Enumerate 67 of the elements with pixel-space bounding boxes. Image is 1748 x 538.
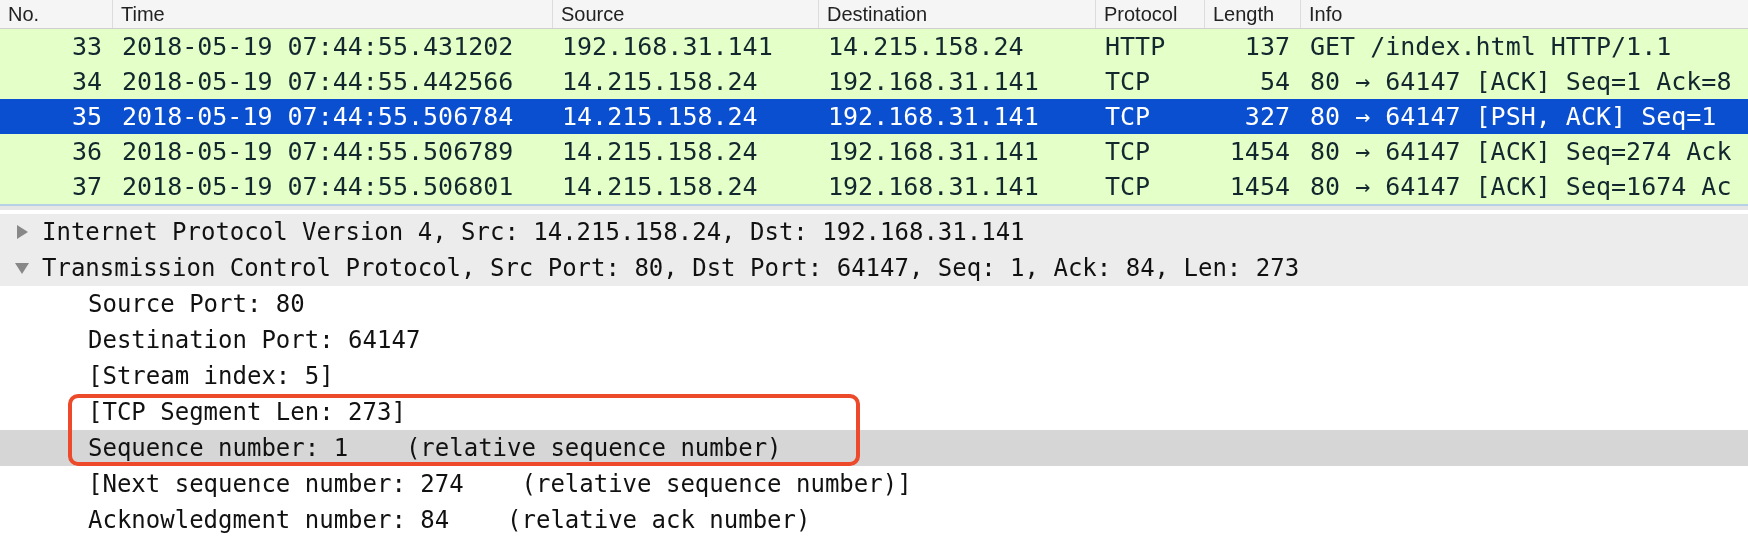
- table-cell-text: 36: [70, 137, 103, 166]
- table-cell-text: 2018-05-19 07:44:55.506789: [121, 137, 515, 166]
- column-header[interactable]: Length: [1204, 0, 1300, 28]
- tree-node-text: Internet Protocol Version 4, Src: 14.215.158.24, Dst: 192.168.31.141: [42, 218, 1025, 246]
- table-cell-text: 2018-05-19 07:44:55.506784: [121, 102, 515, 131]
- table-cell-text: 80 → 64147 [PSH, ACK] Seq=1: [1309, 102, 1718, 131]
- table-cell-text: HTTP: [1104, 32, 1167, 61]
- table-cell-text: 192.168.31.141: [827, 137, 1040, 166]
- table-cell-text: 2018-05-19 07:44:55.442566: [121, 67, 515, 96]
- detail-text: Source Port: 80: [88, 290, 305, 318]
- table-cell-text: 54: [1258, 67, 1291, 96]
- detail-text: Destination Port: 64147: [88, 326, 421, 354]
- table-cell-text: 1454: [1228, 172, 1291, 201]
- detail-row[interactable]: [TCP Segment Len: 273]: [0, 394, 1748, 430]
- column-header[interactable]: Source: [552, 0, 818, 28]
- triangle-down-icon[interactable]: [14, 260, 30, 276]
- detail-row[interactable]: Destination Port: 64147: [0, 322, 1748, 358]
- table-cell-text: 34: [70, 67, 103, 96]
- table-cell-text: 327: [1243, 102, 1291, 131]
- table-cell-text: 14.215.158.24: [561, 67, 759, 96]
- packet-row[interactable]: 34 2018-05-19 07:44:55.442566 14.215.158.24 192.168.31.141 TCP 54 80 → 64147 [ACK] Seq=1 Ack=8: [0, 64, 1748, 99]
- table-cell-text: 14.215.158.24: [561, 172, 759, 201]
- detail-text: Acknowledgment number: 84 (relative ack number): [88, 506, 811, 534]
- table-cell-text: TCP: [1104, 102, 1152, 131]
- table-cell-text: 2018-05-19 07:44:55.431202: [121, 32, 515, 61]
- table-cell-text: 192.168.31.141: [827, 172, 1040, 201]
- tree-node[interactable]: Internet Protocol Version 4, Src: 14.215.158.24, Dst: 192.168.31.141: [0, 214, 1748, 250]
- column-header[interactable]: Info: [1300, 0, 1748, 28]
- packet-row[interactable]: 37 2018-05-19 07:44:55.506801 14.215.158.24 192.168.31.141 TCP 1454 80 → 64147 [ACK] Seq=1674 Ac: [0, 169, 1748, 204]
- column-header[interactable]: Protocol: [1095, 0, 1204, 28]
- detail-row[interactable]: Sequence number: 1 (relative sequence number): [0, 430, 1748, 466]
- detail-row[interactable]: Source Port: 80: [0, 286, 1748, 322]
- packet-row[interactable]: 36 2018-05-19 07:44:55.506789 14.215.158.24 192.168.31.141 TCP 1454 80 → 64147 [ACK] Seq=274 Ack: [0, 134, 1748, 169]
- table-cell-text: 2018-05-19 07:44:55.506801: [121, 172, 515, 201]
- table-cell-text: 37: [70, 172, 103, 201]
- table-cell-text: 35: [70, 102, 103, 131]
- detail-text: [Next sequence number: 274 (relative sequence number)]: [88, 470, 912, 498]
- table-cell-text: 1454: [1228, 137, 1291, 166]
- table-cell-text: 192.168.31.141: [827, 67, 1040, 96]
- table-cell-text: 14.215.158.24: [827, 32, 1025, 61]
- table-cell-text: TCP: [1104, 67, 1152, 96]
- table-cell-text: GET /index.html HTTP/1.1: [1309, 32, 1673, 61]
- table-cell-text: 80 → 64147 [ACK] Seq=1 Ack=8: [1309, 67, 1733, 96]
- table-cell-text: 14.215.158.24: [561, 137, 759, 166]
- table-cell-text: 192.168.31.141: [561, 32, 774, 61]
- column-header[interactable]: Time: [112, 0, 552, 28]
- packet-row[interactable]: 35 2018-05-19 07:44:55.506784 14.215.158.24 192.168.31.141 TCP 327 80 → 64147 [PSH, ACK] Seq=1: [0, 99, 1748, 134]
- table-cell-text: 33: [70, 32, 103, 61]
- detail-text: [Stream index: 5]: [88, 362, 334, 390]
- detail-row[interactable]: Acknowledgment number: 84 (relative ack number): [0, 502, 1748, 538]
- table-cell-text: 80 → 64147 [ACK] Seq=274 Ack: [1309, 137, 1733, 166]
- column-header[interactable]: No.: [0, 0, 112, 28]
- table-cell-text: 14.215.158.24: [561, 102, 759, 131]
- table-cell-text: TCP: [1104, 137, 1152, 166]
- packet-row[interactable]: 33 2018-05-19 07:44:55.431202 192.168.31.141 14.215.158.24 HTTP 137 GET /index.html HTTP/1.1: [0, 29, 1748, 64]
- detail-text: Sequence number: 1 (relative sequence number): [88, 434, 782, 462]
- table-cell-text: 80 → 64147 [ACK] Seq=1674 Ac: [1309, 172, 1733, 201]
- table-cell-text: 137: [1243, 32, 1291, 61]
- table-cell-text: 192.168.31.141: [827, 102, 1040, 131]
- detail-row[interactable]: [Next sequence number: 274 (relative sequence number)]: [0, 466, 1748, 502]
- tree-node[interactable]: Transmission Control Protocol, Src Port: 80, Dst Port: 64147, Seq: 1, Ack: 84, Len: 273: [0, 250, 1748, 286]
- detail-row[interactable]: [Stream index: 5]: [0, 358, 1748, 394]
- tree-node-text: Transmission Control Protocol, Src Port: 80, Dst Port: 64147, Seq: 1, Ack: 84, Len: 273: [42, 254, 1300, 282]
- column-header[interactable]: Destination: [818, 0, 1095, 28]
- table-cell-text: TCP: [1104, 172, 1152, 201]
- triangle-right-icon[interactable]: [14, 224, 30, 240]
- detail-text: [TCP Segment Len: 273]: [88, 398, 406, 426]
